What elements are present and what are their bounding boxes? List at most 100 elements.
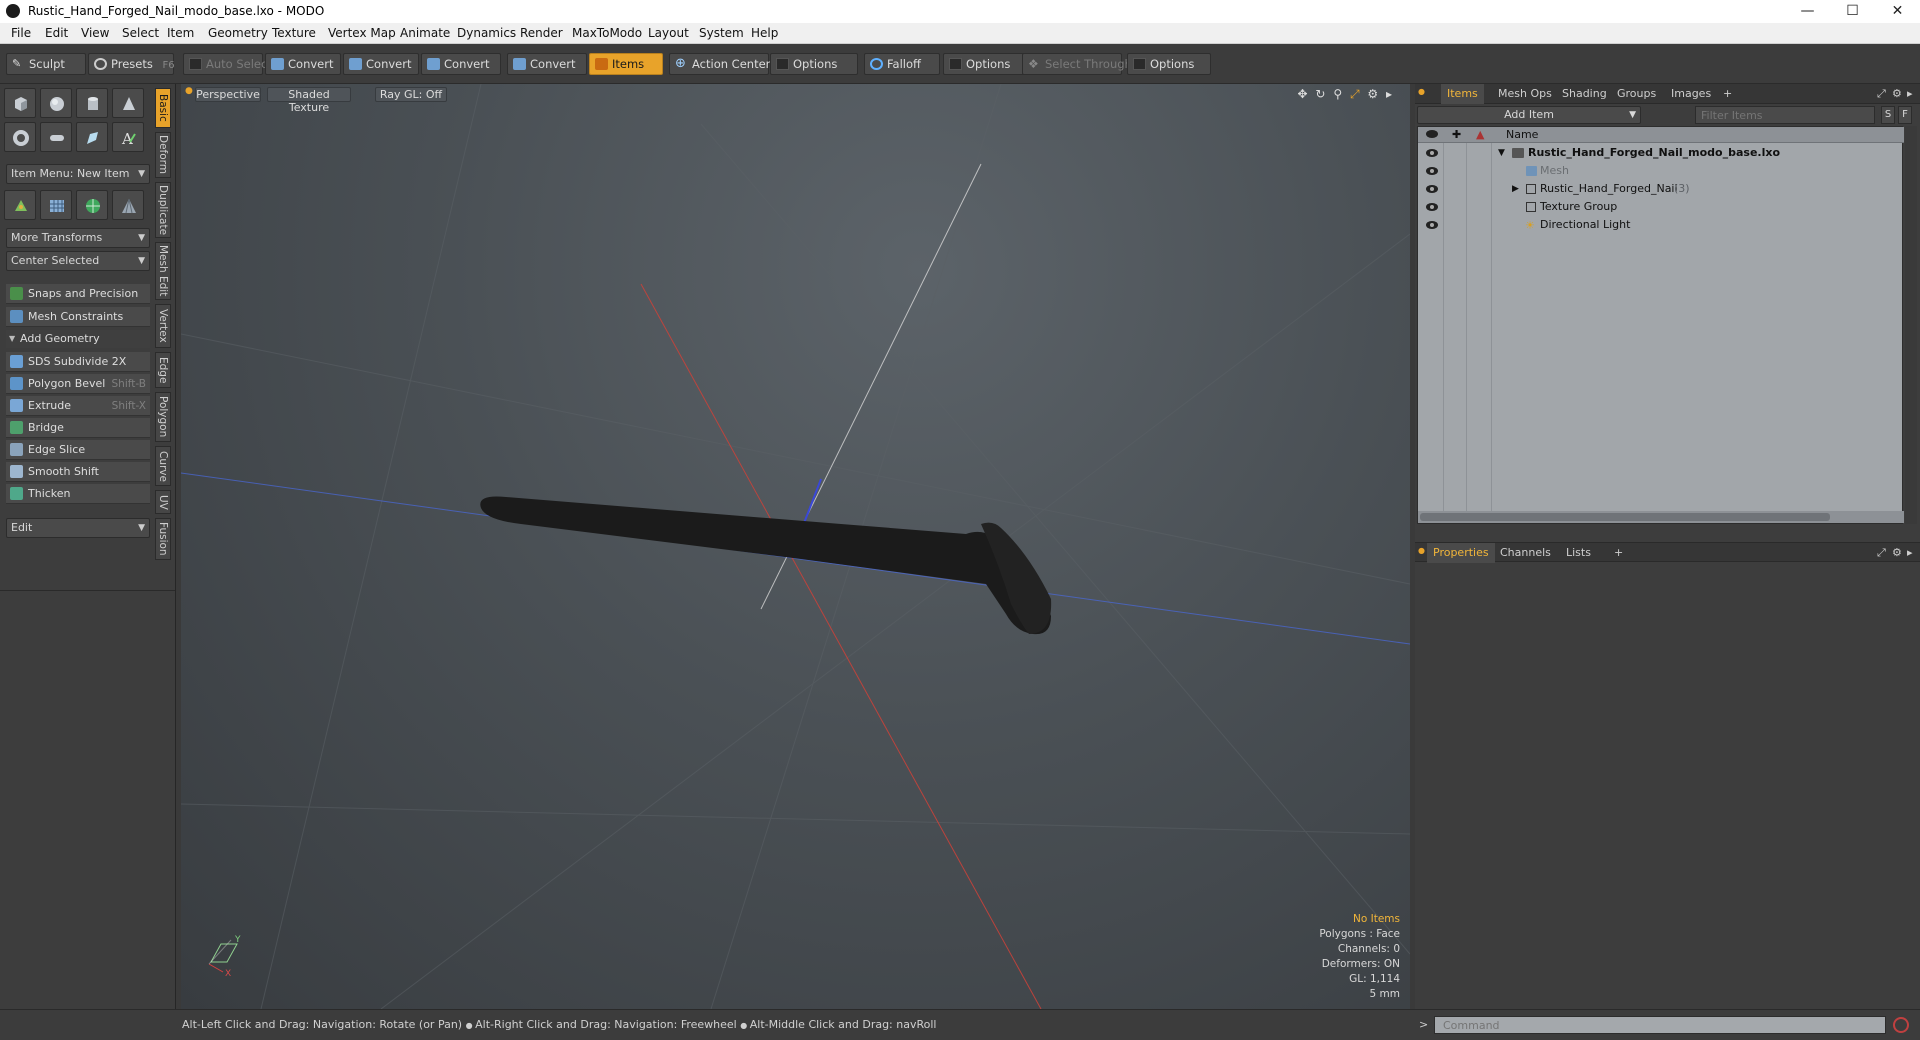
rotate-view-icon[interactable]: ↻ [1315, 87, 1325, 101]
tab-channels[interactable]: Channels [1494, 543, 1557, 563]
tab-properties[interactable]: Properties [1427, 543, 1495, 563]
eye-icon[interactable] [1426, 167, 1438, 175]
tree-row-texture-group[interactable]: Texture Group [1418, 198, 1904, 216]
sds-subdivide-button[interactable]: SDS Subdivide 2X [6, 352, 150, 372]
action-center-options-button[interactable]: Options [770, 53, 858, 75]
eye-icon[interactable] [1426, 185, 1438, 193]
panel-settings-icon[interactable]: ⚙ [1892, 543, 1902, 563]
convert-vertices-button[interactable]: Convert [265, 53, 341, 75]
panel-menu-icon[interactable]: ● [1418, 546, 1425, 555]
tab-polygon[interactable]: Polygon [155, 392, 171, 442]
menu-maxtomodo[interactable]: MaxToModo [572, 26, 642, 40]
eye-icon[interactable] [1426, 221, 1438, 229]
menu-geometry[interactable]: Geometry [208, 26, 268, 40]
sculpt-button[interactable]: ✎ Sculpt [6, 53, 86, 75]
tab-deform[interactable]: Deform [155, 132, 171, 178]
tab-images[interactable]: Images [1665, 84, 1717, 104]
tab-basic[interactable]: Basic [155, 88, 171, 128]
edge-slice-button[interactable]: Edge Slice [6, 440, 150, 460]
filter-f-button[interactable]: F [1898, 106, 1912, 124]
smooth-shift-button[interactable]: Smooth Shift [6, 462, 150, 482]
tab-shading[interactable]: Shading [1556, 84, 1613, 104]
tree-row-scene[interactable]: ▼ Rustic_Hand_Forged_Nail_modo_base.lxo [1418, 144, 1904, 162]
pop-out-icon[interactable]: ⤢ [1877, 84, 1886, 104]
expand-icon[interactable]: ▶ [1512, 180, 1519, 198]
mesh-constraints-button[interactable]: Mesh Constraints [6, 307, 150, 327]
viewport-menu-icon[interactable]: ● [185, 86, 193, 96]
pop-out-icon[interactable]: ⤢ [1877, 543, 1886, 563]
shading-mode-button[interactable]: Shaded Texture [267, 87, 351, 114]
tab-items[interactable]: Items [1441, 84, 1484, 104]
viewport-settings-icon[interactable]: ⚙ [1367, 87, 1378, 101]
panel-expand-icon[interactable]: ▸ [1907, 84, 1913, 104]
tab-mesh-edit[interactable]: Mesh Edit [155, 242, 171, 300]
capsule-primitive-button[interactable] [40, 122, 72, 152]
text-tool-button[interactable]: A [112, 122, 144, 152]
raygl-toggle[interactable]: Ray GL: Off [375, 87, 447, 102]
more-transforms-dropdown[interactable]: More Transforms ▼ [6, 228, 150, 248]
edit-dropdown[interactable]: Edit ▼ [6, 518, 150, 538]
tab-mesh-ops[interactable]: Mesh Ops [1492, 84, 1558, 104]
add-geometry-section[interactable]: ▼ Add Geometry [6, 330, 150, 348]
tab-groups[interactable]: Groups [1611, 84, 1662, 104]
menu-texture[interactable]: Texture [272, 26, 316, 40]
transform-tool-button[interactable] [4, 190, 36, 220]
record-macro-icon[interactable] [1893, 1017, 1909, 1033]
menu-render[interactable]: Render [520, 26, 563, 40]
tab-uv[interactable]: UV [155, 490, 171, 514]
vertical-scrollbar[interactable] [1905, 126, 1917, 524]
zoom-view-icon[interactable]: ⚲ [1333, 87, 1342, 101]
minimize-icon[interactable]: — [1785, 0, 1830, 23]
menu-vertex-map[interactable]: Vertex Map [328, 26, 396, 40]
close-icon[interactable]: ✕ [1875, 0, 1920, 23]
add-item-dropdown[interactable]: Add Item ▼ [1417, 106, 1641, 124]
menu-edit[interactable]: Edit [45, 26, 68, 40]
torus-primitive-button[interactable] [4, 122, 36, 152]
panel-expand-icon[interactable]: ▸ [1907, 543, 1913, 563]
command-input[interactable] [1434, 1016, 1886, 1034]
menu-system[interactable]: System [699, 26, 744, 40]
panel-settings-icon[interactable]: ⚙ [1892, 84, 1902, 104]
move-view-icon[interactable]: ✥ [1298, 87, 1308, 101]
menu-animate[interactable]: Animate [400, 26, 450, 40]
sphere-primitive-button[interactable] [40, 88, 72, 118]
menu-select[interactable]: Select [122, 26, 159, 40]
tab-duplicate[interactable]: Duplicate [155, 182, 171, 238]
tab-vertex[interactable]: Vertex [155, 304, 171, 348]
tree-row-nail-group[interactable]: ▶ Rustic_Hand_Forged_Nail (3) [1418, 180, 1904, 198]
eye-icon[interactable] [1426, 149, 1438, 157]
cube-primitive-button[interactable] [4, 88, 36, 118]
maximize-icon[interactable]: ☐ [1830, 0, 1875, 23]
extrude-button[interactable]: Extrude Shift-X [6, 396, 150, 416]
falloff-button[interactable]: Falloff [864, 53, 940, 75]
filter-s-button[interactable]: S [1881, 106, 1895, 124]
action-center-button[interactable]: ⊕ Action Center [669, 53, 770, 75]
3d-viewport[interactable]: ● Perspective Shaded Texture Ray GL: Off… [181, 84, 1410, 1009]
viewport-expand-icon[interactable]: ▸ [1386, 87, 1392, 101]
presets-button[interactable]: Presets F6 [88, 53, 175, 75]
tree-row-directional-light[interactable]: ☀ Directional Light [1418, 216, 1904, 234]
menu-dynamics[interactable]: Dynamics [457, 26, 516, 40]
select-through-options-button[interactable]: Options [1127, 53, 1211, 75]
center-selected-dropdown[interactable]: Center Selected ▼ [6, 251, 150, 271]
convert-items-button[interactable]: Convert [507, 53, 587, 75]
menu-layout[interactable]: Layout [648, 26, 689, 40]
menu-item[interactable]: Item [167, 26, 194, 40]
convert-polygons-button[interactable]: Convert [421, 53, 501, 75]
eye-icon[interactable] [1426, 203, 1438, 211]
grid-tool-button[interactable] [40, 190, 72, 220]
add-tab-icon[interactable]: + [1723, 84, 1732, 104]
fit-view-icon[interactable]: ⤢ [1350, 87, 1360, 101]
snaps-precision-button[interactable]: Snaps and Precision [6, 284, 150, 304]
add-tab-icon[interactable]: + [1614, 543, 1623, 563]
tab-lists[interactable]: Lists [1560, 543, 1597, 563]
panel-menu-icon[interactable]: ● [1418, 87, 1425, 96]
tab-edge[interactable]: Edge [155, 352, 171, 388]
thicken-button[interactable]: Thicken [6, 484, 150, 504]
auto-select-button[interactable]: Auto Select [183, 53, 272, 75]
pen-tool-button[interactable] [76, 122, 108, 152]
bridge-button[interactable]: Bridge [6, 418, 150, 438]
tree-row-mesh[interactable]: Mesh [1418, 162, 1904, 180]
polygon-bevel-button[interactable]: Polygon Bevel Shift-B [6, 374, 150, 394]
view-type-button[interactable]: Perspective [195, 87, 261, 102]
